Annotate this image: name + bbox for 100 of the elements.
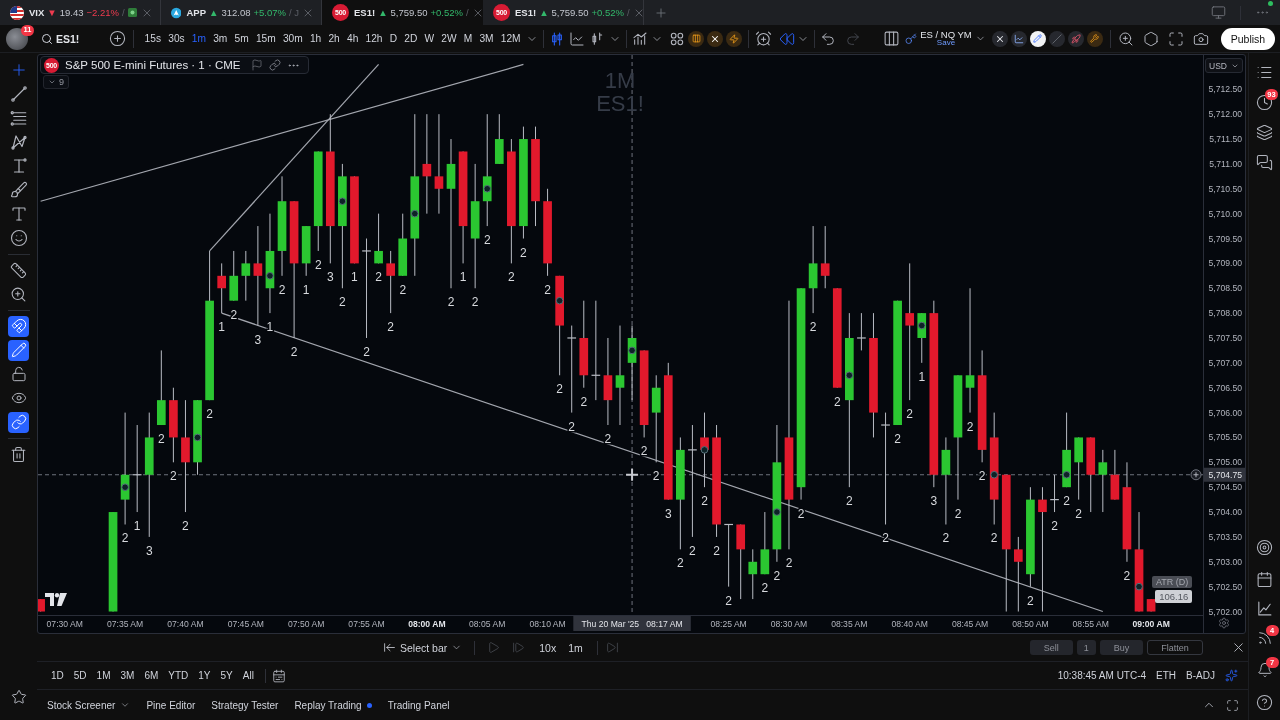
wrench-circle-icon[interactable] xyxy=(1086,30,1103,47)
panel-tab[interactable]: Pine Editor xyxy=(138,699,204,711)
camera-icon[interactable] xyxy=(1192,30,1209,47)
candle xyxy=(386,250,395,314)
symbol-search[interactable]: ES1! xyxy=(41,32,95,45)
key-icon[interactable] xyxy=(905,32,918,45)
interval-button[interactable]: 15m xyxy=(252,27,280,50)
bell-icon[interactable] xyxy=(1256,662,1273,678)
rewind-icon[interactable] xyxy=(779,30,796,47)
speed-label[interactable]: 10x xyxy=(533,641,563,654)
interval-button[interactable]: 30m xyxy=(279,27,307,50)
calendar-icon[interactable] xyxy=(271,668,286,683)
indicators-toggle[interactable]: 9 xyxy=(43,75,69,89)
zigzag-icon[interactable] xyxy=(9,133,28,151)
range-button[interactable]: 1D xyxy=(46,670,69,681)
chevron-down-icon[interactable] xyxy=(48,78,56,86)
x-circle-icon[interactable] xyxy=(707,30,724,47)
lightning-circle-icon[interactable] xyxy=(726,30,743,47)
panel-tab[interactable]: Stock Screener xyxy=(39,699,139,711)
range-button[interactable]: 5D xyxy=(68,670,92,681)
pen-circle-icon[interactable] xyxy=(1029,30,1046,47)
interval-button[interactable]: 2W xyxy=(437,27,461,50)
chat-icon[interactable] xyxy=(1256,153,1273,171)
trend-line[interactable] xyxy=(209,63,380,252)
interval-button[interactable]: D xyxy=(386,27,401,50)
help-icon[interactable] xyxy=(1256,693,1273,711)
search-icon[interactable] xyxy=(41,32,53,45)
arrow-to-line-icon[interactable] xyxy=(383,641,396,654)
settings-icon[interactable] xyxy=(1218,617,1230,629)
interval-button[interactable]: W xyxy=(420,27,438,50)
currency-dropdown[interactable]: USD xyxy=(1205,58,1243,73)
layout-button[interactable]: ES / NQ YM Save xyxy=(905,29,986,48)
panel-tab[interactable]: Strategy Tester xyxy=(203,699,287,711)
hexagon-icon[interactable] xyxy=(1142,30,1159,47)
publish-button[interactable]: Publish xyxy=(1220,27,1276,50)
select-bar-button[interactable]: Select bar xyxy=(383,641,463,654)
zoom-in-icon[interactable] xyxy=(10,285,27,303)
sparkle-icon[interactable] xyxy=(1225,669,1238,682)
chevron-down-icon[interactable] xyxy=(120,700,131,710)
range-button[interactable]: 1Y xyxy=(193,670,216,681)
chart-line-icon[interactable] xyxy=(1256,599,1273,617)
interval-button[interactable]: 3m xyxy=(209,27,231,50)
star-icon[interactable] xyxy=(10,689,27,705)
broadcast-icon[interactable] xyxy=(1256,630,1273,646)
interval-button[interactable]: 2D xyxy=(400,27,421,50)
interval-button[interactable]: 4h xyxy=(343,27,362,50)
adjustment-label[interactable]: B-ADJ xyxy=(1186,670,1215,681)
layers-icon[interactable] xyxy=(1256,123,1273,141)
range-button[interactable]: 3M xyxy=(115,670,140,681)
count-label: 2 xyxy=(508,270,515,285)
horizontal-lines-icon[interactable] xyxy=(9,109,28,127)
replay-interval-label[interactable]: 1m xyxy=(562,641,589,654)
text-icon[interactable] xyxy=(9,205,28,223)
bar-line-chart-icon[interactable] xyxy=(632,30,649,47)
candle xyxy=(38,598,45,612)
trend-line[interactable] xyxy=(40,63,525,202)
zoom-in-icon[interactable] xyxy=(1117,30,1134,47)
range-button[interactable]: 6M xyxy=(139,670,164,681)
interval-button[interactable]: M xyxy=(460,27,476,50)
chart-circle-icon[interactable] xyxy=(1010,30,1027,47)
monitor-icon[interactable] xyxy=(1211,5,1226,20)
trend-line-icon[interactable] xyxy=(9,85,28,103)
alarm-clock-icon[interactable] xyxy=(755,30,773,47)
smiley-icon[interactable] xyxy=(9,229,28,247)
fullscreen-icon[interactable] xyxy=(1167,30,1184,47)
link-icon[interactable] xyxy=(268,59,281,71)
range-button[interactable]: 5Y xyxy=(215,670,238,681)
circles-grid-icon[interactable] xyxy=(669,30,686,47)
clock-label[interactable]: 10:38:45 AM UTC-4 xyxy=(1057,670,1147,681)
trend-line[interactable] xyxy=(221,312,1104,613)
trash-icon[interactable] xyxy=(10,445,27,463)
range-button[interactable]: 1M xyxy=(91,670,116,681)
interval-button[interactable]: 1h xyxy=(306,27,325,50)
interval-button[interactable]: 30s xyxy=(164,27,189,50)
panel-tab[interactable]: Replay Trading xyxy=(286,699,380,711)
panel-tab[interactable]: Trading Panel xyxy=(379,699,458,711)
plus-circle-icon[interactable] xyxy=(1190,469,1202,481)
plus-circle-icon[interactable] xyxy=(109,30,126,47)
interval-button[interactable]: 1m xyxy=(188,27,210,50)
target-icon[interactable] xyxy=(1256,538,1273,556)
interval-button[interactable]: 5m xyxy=(230,27,253,50)
undo-icon[interactable] xyxy=(820,30,837,47)
x-circle-icon[interactable] xyxy=(991,30,1008,47)
range-button[interactable]: YTD xyxy=(163,670,194,681)
ruler-icon[interactable] xyxy=(10,261,27,279)
interval-button[interactable]: 12h xyxy=(361,27,387,50)
interval-button[interactable]: 12M xyxy=(497,27,525,50)
interval-button[interactable]: 2h xyxy=(324,27,344,50)
range-button[interactable]: All xyxy=(237,670,259,681)
count-label: 2 xyxy=(339,295,346,310)
brush-icon[interactable] xyxy=(9,181,28,199)
session-label[interactable]: ETH xyxy=(1156,670,1177,681)
rocket-circle-icon[interactable] xyxy=(1067,30,1084,47)
maximize-icon[interactable] xyxy=(1226,698,1239,712)
interval-button[interactable]: 3M xyxy=(475,27,498,50)
calendar-icon[interactable] xyxy=(1256,570,1273,588)
interval-button[interactable]: 15s xyxy=(141,27,165,50)
columns-icon[interactable] xyxy=(883,30,901,47)
columns-circle-icon[interactable] xyxy=(688,30,705,47)
line-chart-icon[interactable] xyxy=(569,30,586,47)
